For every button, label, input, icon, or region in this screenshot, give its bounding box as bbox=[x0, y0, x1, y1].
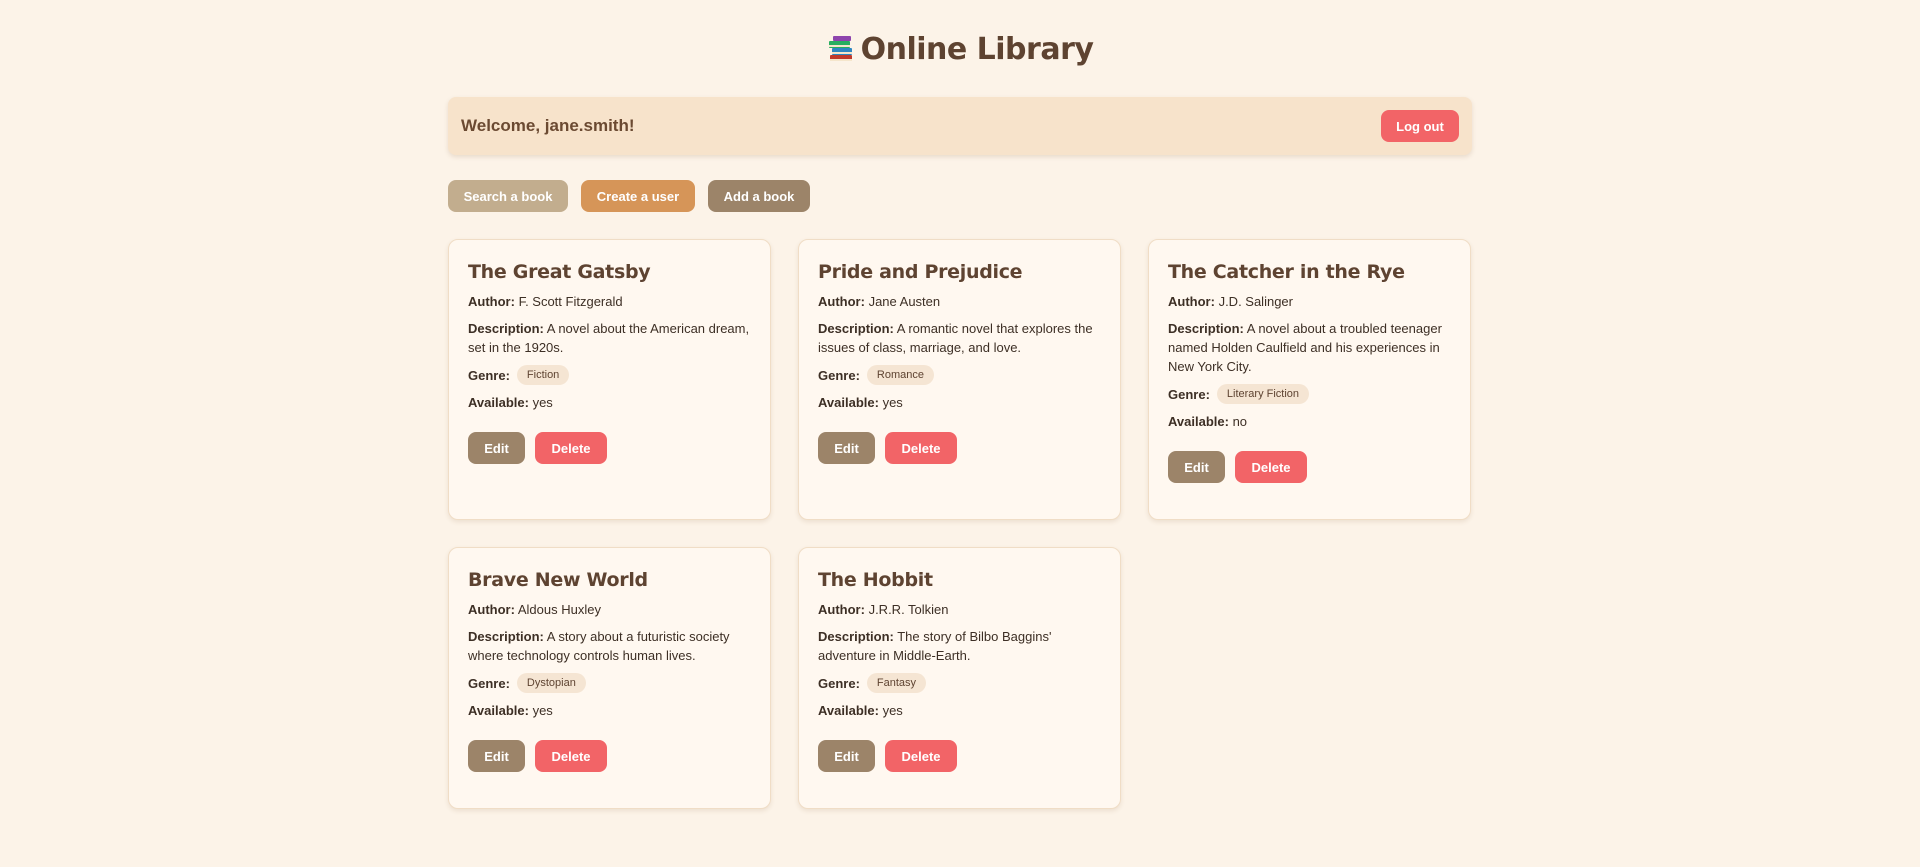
book-card: The Hobbit Author: J.R.R. Tolkien Descri… bbox=[798, 547, 1121, 809]
available-label: Available: bbox=[1168, 414, 1229, 429]
book-author: Author: J.R.R. Tolkien bbox=[818, 600, 1101, 619]
description-label: Description: bbox=[818, 629, 894, 644]
book-grid: The Great Gatsby Author: F. Scott Fitzge… bbox=[448, 239, 1472, 809]
book-description: Description: A novel about the American … bbox=[468, 319, 751, 357]
book-description: Description: A novel about a troubled te… bbox=[1168, 319, 1451, 376]
welcome-text: Welcome, jane.smith! bbox=[461, 116, 635, 135]
author-value: Jane Austen bbox=[868, 294, 941, 309]
book-title: The Great Gatsby bbox=[468, 261, 651, 283]
author-label: Author: bbox=[818, 294, 865, 309]
logout-button[interactable]: Log out bbox=[1381, 110, 1459, 142]
available-label: Available: bbox=[818, 395, 879, 410]
add-book-button[interactable]: Add a book bbox=[708, 180, 810, 212]
genre-badge: Dystopian bbox=[516, 673, 586, 693]
book-genre: Genre: Literary Fiction bbox=[1168, 384, 1451, 404]
page-container: Online Library Welcome, jane.smith! Log … bbox=[448, 30, 1472, 809]
genre-label: Genre: bbox=[818, 367, 860, 383]
genre-badge: Literary Fiction bbox=[1216, 384, 1310, 404]
search-book-button[interactable]: Search a book bbox=[448, 180, 568, 212]
book-availability: Available: yes bbox=[468, 701, 751, 720]
author-label: Author: bbox=[818, 602, 865, 617]
author-label: Author: bbox=[468, 294, 515, 309]
genre-label: Genre: bbox=[468, 367, 510, 383]
available-label: Available: bbox=[468, 395, 529, 410]
book-author: Author: F. Scott Fitzgerald bbox=[468, 292, 751, 311]
book-availability: Available: yes bbox=[468, 393, 751, 412]
edit-button[interactable]: Edit bbox=[468, 432, 525, 464]
card-actions: Edit Delete bbox=[818, 432, 1101, 500]
edit-button[interactable]: Edit bbox=[818, 432, 875, 464]
book-availability: Available: yes bbox=[818, 701, 1101, 720]
delete-button[interactable]: Delete bbox=[885, 432, 957, 464]
book-author: Author: J.D. Salinger bbox=[1168, 292, 1451, 311]
available-value: yes bbox=[532, 395, 553, 410]
card-actions: Edit Delete bbox=[468, 432, 751, 500]
author-value: Aldous Huxley bbox=[517, 602, 601, 617]
book-description: Description: A romantic novel that explo… bbox=[818, 319, 1101, 357]
delete-button[interactable]: Delete bbox=[1235, 451, 1307, 483]
book-title: The Hobbit bbox=[818, 569, 933, 591]
book-genre: Genre: Fiction bbox=[468, 365, 751, 385]
card-actions: Edit Delete bbox=[468, 740, 751, 808]
available-label: Available: bbox=[468, 703, 529, 718]
author-value: J.D. Salinger bbox=[1218, 294, 1293, 309]
book-card: Pride and Prejudice Author: Jane Austen … bbox=[798, 239, 1121, 520]
action-toolbar: Search a book Create a user Add a book bbox=[448, 180, 1472, 212]
book-description: Description: The story of Bilbo Baggins'… bbox=[818, 627, 1101, 665]
books-icon bbox=[827, 34, 855, 64]
card-actions: Edit Delete bbox=[818, 740, 1101, 808]
author-value: F. Scott Fitzgerald bbox=[518, 294, 623, 309]
description-label: Description: bbox=[818, 321, 894, 336]
book-card: The Catcher in the Rye Author: J.D. Sali… bbox=[1148, 239, 1471, 520]
genre-badge: Romance bbox=[866, 365, 934, 385]
genre-label: Genre: bbox=[1168, 386, 1210, 402]
create-user-button[interactable]: Create a user bbox=[581, 180, 695, 212]
available-value: yes bbox=[532, 703, 553, 718]
available-label: Available: bbox=[818, 703, 879, 718]
author-label: Author: bbox=[468, 602, 515, 617]
genre-badge: Fiction bbox=[516, 365, 570, 385]
description-label: Description: bbox=[468, 629, 544, 644]
card-actions: Edit Delete bbox=[1168, 451, 1451, 519]
edit-button[interactable]: Edit bbox=[1168, 451, 1225, 483]
author-value: J.R.R. Tolkien bbox=[868, 602, 949, 617]
description-label: Description: bbox=[1168, 321, 1244, 336]
edit-button[interactable]: Edit bbox=[468, 740, 525, 772]
welcome-bar: Welcome, jane.smith! Log out bbox=[448, 97, 1472, 155]
genre-label: Genre: bbox=[468, 675, 510, 691]
book-title: Pride and Prejudice bbox=[818, 261, 1023, 283]
available-value: yes bbox=[882, 395, 903, 410]
book-availability: Available: yes bbox=[818, 393, 1101, 412]
author-label: Author: bbox=[1168, 294, 1215, 309]
book-description: Description: A story about a futuristic … bbox=[468, 627, 751, 665]
book-card: The Great Gatsby Author: F. Scott Fitzge… bbox=[448, 239, 771, 520]
available-value: yes bbox=[882, 703, 903, 718]
book-author: Author: Aldous Huxley bbox=[468, 600, 751, 619]
book-genre: Genre: Dystopian bbox=[468, 673, 751, 693]
delete-button[interactable]: Delete bbox=[535, 740, 607, 772]
book-title: Brave New World bbox=[468, 569, 648, 591]
book-genre: Genre: Fantasy bbox=[818, 673, 1101, 693]
book-card: Brave New World Author: Aldous Huxley De… bbox=[448, 547, 771, 809]
page-title: Online Library bbox=[448, 30, 1472, 70]
delete-button[interactable]: Delete bbox=[885, 740, 957, 772]
book-title: The Catcher in the Rye bbox=[1168, 261, 1405, 283]
available-value: no bbox=[1232, 414, 1248, 429]
edit-button[interactable]: Edit bbox=[818, 740, 875, 772]
book-author: Author: Jane Austen bbox=[818, 292, 1101, 311]
genre-badge: Fantasy bbox=[866, 673, 927, 693]
genre-label: Genre: bbox=[818, 675, 860, 691]
description-label: Description: bbox=[468, 321, 544, 336]
book-availability: Available: no bbox=[1168, 412, 1451, 431]
book-genre: Genre: Romance bbox=[818, 365, 1101, 385]
app-title-text: Online Library bbox=[860, 32, 1094, 67]
delete-button[interactable]: Delete bbox=[535, 432, 607, 464]
